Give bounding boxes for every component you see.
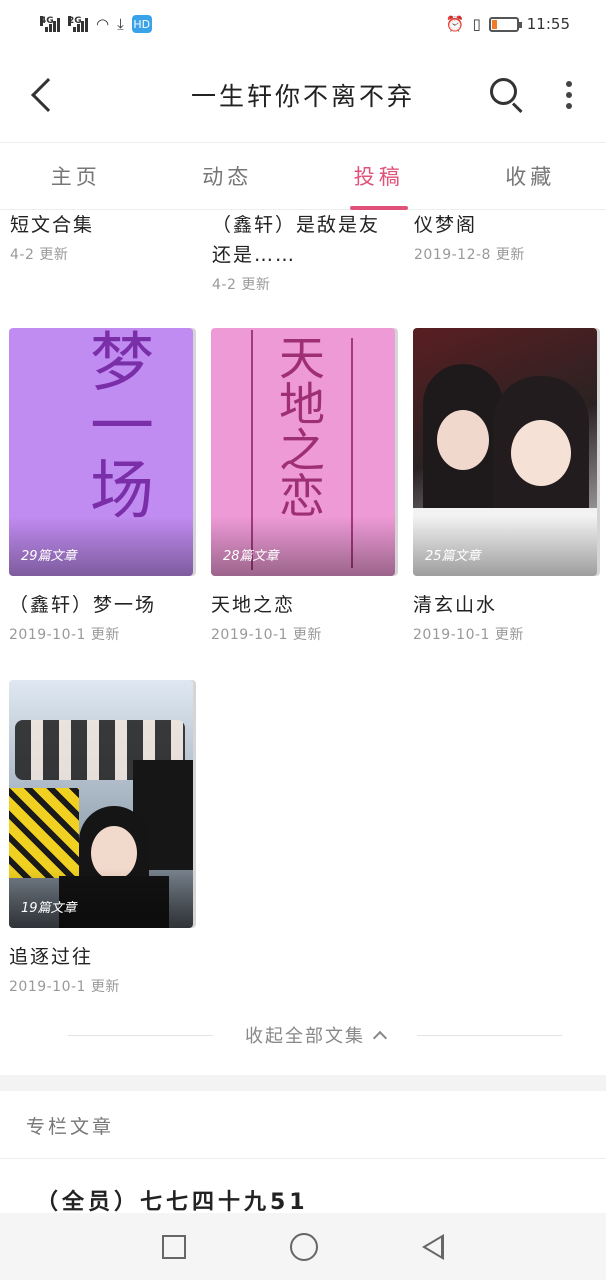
back-icon[interactable] [31, 78, 65, 112]
cover-calligraphy: 天地之恋 [272, 334, 326, 518]
section-divider [0, 1075, 606, 1091]
hd-badge-icon: HD [131, 15, 152, 33]
tab-home[interactable]: 主页 [0, 143, 152, 209]
section-line [0, 1158, 606, 1159]
tab-activity[interactable]: 动态 [152, 143, 304, 209]
collection-title: （鑫轩）梦一场 [9, 594, 157, 616]
status-bar: 4G 2G ◠ ⤓ HD ⏰ ▯ 11:55 [0, 0, 606, 48]
alarm-icon: ⏰ [445, 15, 465, 33]
collection-title: 仪梦阁 [414, 214, 478, 236]
collection-title: 清玄山水 [413, 594, 498, 616]
collection-date: 4-2 更新 [212, 277, 271, 293]
column-section-title: 专栏文章 [26, 1116, 115, 1138]
article-count: 29篇文章 [21, 549, 77, 564]
status-right: ⏰ ▯ 11:55 [446, 15, 570, 33]
article-count: 19篇文章 [21, 901, 77, 916]
system-nav-bar [0, 1213, 606, 1280]
download-icon: ⤓ [117, 15, 124, 33]
article-item[interactable]: （全员）七七四十九51 [36, 1184, 309, 1216]
article-count: 28篇文章 [223, 549, 279, 564]
search-icon[interactable] [490, 78, 524, 114]
header-actions [490, 78, 580, 114]
collections-grid: 短文合集 4-2 更新 （鑫轩）是敌是友还是…… 4-2 更新 仪梦阁 2019… [0, 210, 606, 1075]
collection-cover[interactable]: 25篇文章 [413, 328, 597, 576]
collection-date: 2019-10-1 更新 [413, 627, 524, 643]
cover-calligraphy: 梦一场 [79, 328, 153, 520]
tab-submissions[interactable]: 投稿 [303, 143, 455, 210]
chevron-up-icon [372, 1030, 388, 1046]
article-count: 25篇文章 [425, 549, 481, 564]
wifi-icon: ◠ [96, 15, 110, 33]
collection-cover[interactable]: 天地之恋 28篇文章 [211, 328, 395, 576]
collection-card[interactable]: 25篇文章 清玄山水 2019-10-1 更新 [413, 328, 599, 644]
vibrate-icon: ▯ [472, 15, 481, 33]
signal-4g-icon: 4G [40, 16, 60, 32]
collection-date: 2019-12-8 更新 [414, 247, 525, 263]
collection-cover[interactable]: 梦一场 29篇文章 [9, 328, 193, 576]
collection-date: 4-2 更新 [10, 247, 69, 263]
signal-4g-label: 4G [40, 16, 54, 26]
signal-2g-icon: 2G [68, 16, 88, 32]
tab-bar: 主页 动态 投稿 收藏 [0, 142, 606, 210]
status-left: 4G 2G ◠ ⤓ HD [40, 15, 152, 33]
home-icon[interactable] [290, 1232, 318, 1261]
collection-title: 短文合集 [10, 214, 95, 236]
collection-card[interactable]: 梦一场 29篇文章 （鑫轩）梦一场 2019-10-1 更新 [9, 328, 195, 644]
collection-card[interactable]: 仪梦阁 2019-12-8 更新 [414, 210, 600, 264]
collection-title: （鑫轩）是敌是友还是…… [212, 214, 381, 266]
back-nav-icon[interactable] [422, 1233, 444, 1260]
collection-cover[interactable]: 19篇文章 [9, 680, 193, 928]
collection-card[interactable]: 短文合集 4-2 更新 [10, 210, 196, 264]
tab-favorites[interactable]: 收藏 [455, 143, 606, 209]
collection-title: 追逐过往 [9, 946, 94, 968]
collection-date: 2019-10-1 更新 [9, 979, 120, 995]
collection-card[interactable]: （鑫轩）是敌是友还是…… 4-2 更新 [212, 210, 398, 294]
battery-icon [488, 16, 522, 32]
signal-2g-label: 2G [68, 16, 82, 26]
collapse-label: 收起全部文集 [245, 1026, 365, 1047]
recent-apps-icon[interactable] [162, 1234, 186, 1259]
clock: 11:55 [526, 15, 570, 33]
collection-title: 天地之恋 [211, 594, 296, 616]
collection-card[interactable]: 天地之恋 28篇文章 天地之恋 2019-10-1 更新 [211, 328, 397, 644]
collection-date: 2019-10-1 更新 [9, 627, 120, 643]
header-bar: 一生轩你不离不弃 [0, 48, 606, 142]
collapse-all-collections[interactable]: 收起全部文集 [68, 1015, 562, 1055]
more-icon[interactable] [566, 81, 572, 109]
collection-card[interactable]: 19篇文章 追逐过往 2019-10-1 更新 [9, 680, 195, 996]
collection-date: 2019-10-1 更新 [211, 627, 322, 643]
collapse-button[interactable]: 收起全部文集 [213, 1022, 417, 1048]
